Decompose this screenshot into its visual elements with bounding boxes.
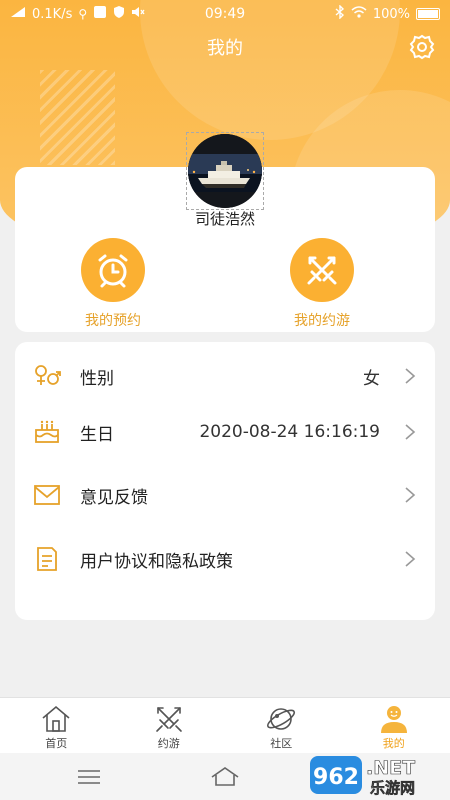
app-notification-icon [93, 5, 107, 23]
cake-icon [33, 418, 61, 446]
tab-mine[interactable]: 我的 [338, 698, 450, 753]
mute-icon [131, 6, 145, 22]
tab-community[interactable]: 社区 [225, 698, 338, 753]
alarm-clock-icon [98, 254, 128, 288]
network-speed: 0.1K/s [32, 6, 73, 22]
planet-icon [267, 708, 296, 730]
settings-list: 性别 女 生日 2020-08-24 16:16:19 意见反馈 用户协议和隐私… [15, 342, 435, 620]
policy-label: 用户协议和隐私政策 [80, 551, 233, 572]
battery-level: 100% [372, 6, 410, 22]
bluetooth-icon [335, 4, 345, 23]
signal-icon [10, 6, 26, 22]
my-reservations-button[interactable]: 我的预约 [53, 238, 173, 330]
decorative-pattern [40, 70, 115, 165]
tab-community-label: 社区 [270, 737, 293, 750]
avatar[interactable] [186, 132, 264, 210]
chevron-right-icon [405, 551, 416, 567]
menu-icon [78, 770, 100, 784]
settings-row-birthday[interactable]: 生日 2020-08-24 16:16:19 [15, 404, 435, 460]
title-bar: 我的 [0, 30, 450, 64]
tab-home-label: 首页 [45, 737, 68, 750]
home-outline-icon [211, 767, 239, 786]
chevron-right-icon [405, 424, 416, 440]
chevron-right-icon [405, 487, 416, 503]
system-nav-bar [0, 753, 450, 800]
my-trips-label: 我的约游 [294, 313, 350, 329]
mail-icon [33, 481, 61, 509]
gender-value: 女 [363, 368, 380, 389]
settings-row-feedback[interactable]: 意见反馈 [15, 467, 435, 523]
username: 司徒浩然 [194, 210, 255, 228]
gender-icon [33, 362, 61, 390]
gear-icon [409, 34, 435, 60]
birthday-label: 生日 [80, 424, 114, 445]
my-trips-button[interactable]: 我的约游 [262, 238, 382, 330]
user-icon [380, 706, 407, 733]
usb-icon: ⚲ [78, 7, 88, 21]
settings-row-policy[interactable]: 用户协议和隐私政策 [15, 531, 435, 587]
wifi-icon [351, 6, 367, 22]
settings-button[interactable] [408, 33, 436, 61]
menu-button[interactable] [74, 765, 104, 789]
tab-trips-label: 约游 [157, 737, 180, 750]
tab-trips[interactable]: 约游 [113, 698, 226, 753]
crossed-swords-icon [307, 256, 337, 285]
page-title: 我的 [207, 38, 243, 59]
action-icon-circle [81, 238, 145, 302]
battery-icon [416, 8, 440, 20]
status-bar: 0.1K/s ⚲ 09:49 100% [0, 0, 450, 28]
crossed-swords-icon [155, 707, 182, 732]
birthday-value: 2020-08-24 16:16:19 [199, 422, 380, 442]
my-reservations-label: 我的预约 [85, 313, 141, 329]
bottom-tab-bar: 首页 约游 社区 我的 [0, 697, 450, 753]
tab-home[interactable]: 首页 [0, 698, 113, 753]
avatar-image [188, 134, 262, 208]
shield-icon [113, 5, 125, 23]
action-icon-circle [290, 238, 354, 302]
home-button[interactable] [210, 765, 240, 789]
home-icon [42, 705, 70, 732]
tab-mine-label: 我的 [382, 737, 405, 750]
feedback-label: 意见反馈 [80, 487, 148, 508]
settings-row-gender[interactable]: 性别 女 [15, 348, 435, 404]
chevron-right-icon [405, 368, 416, 384]
document-icon [33, 545, 61, 573]
gender-label: 性别 [80, 368, 114, 389]
